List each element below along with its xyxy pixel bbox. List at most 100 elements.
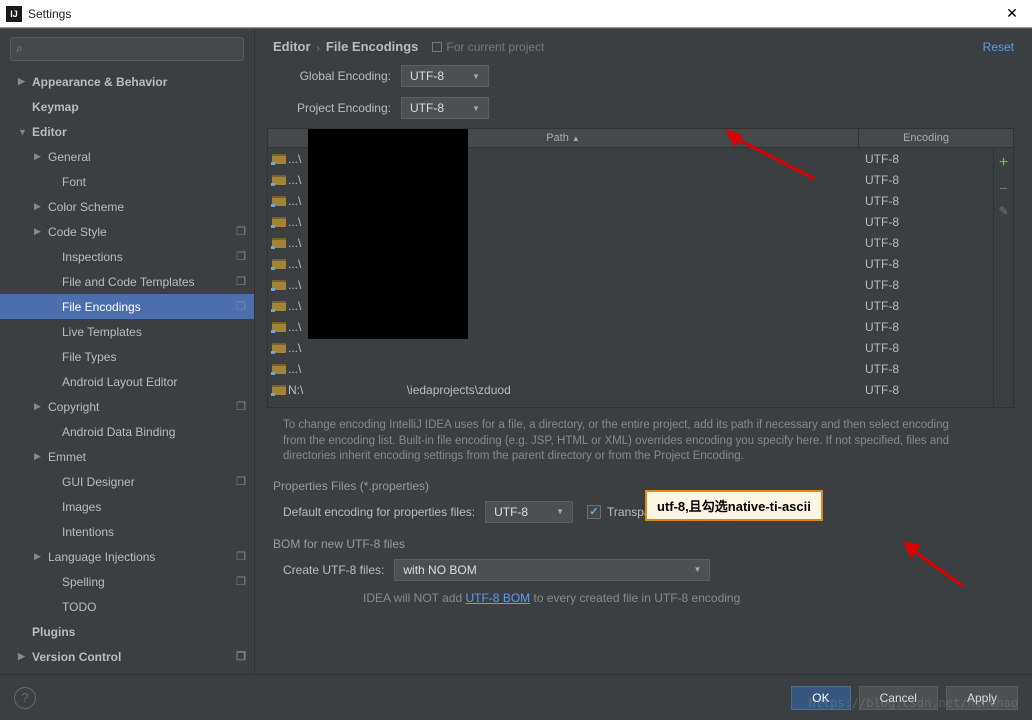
breadcrumb: Editor›File Encodings <box>273 39 418 54</box>
sidebar-item-label: Android Data Binding <box>62 425 175 439</box>
table-row[interactable]: N:\ \iedaprojects\zduodUTF-8 <box>268 379 993 400</box>
chevron-down-icon: ▼ <box>693 565 701 574</box>
search-input[interactable] <box>10 37 244 61</box>
encoding-cell: UTF-8 <box>859 257 993 271</box>
expand-icon: ▶ <box>34 551 48 562</box>
sidebar-item[interactable]: File Encodings ❐ <box>0 294 254 319</box>
sidebar-item-label: File Types <box>62 350 116 364</box>
sidebar-item[interactable]: Android Layout Editor <box>0 369 254 394</box>
native-to-ascii-checkbox[interactable] <box>587 505 601 519</box>
sidebar-item-label: Copyright <box>48 400 99 414</box>
reset-link[interactable]: Reset <box>983 40 1014 54</box>
scope-icon: ❐ <box>236 300 246 313</box>
table-row[interactable]: ...\UTF-8 <box>268 358 993 379</box>
sidebar-item[interactable]: ▼Editor <box>0 119 254 144</box>
window-title: Settings <box>28 7 992 21</box>
scope-icon: ❐ <box>236 475 246 488</box>
folder-icon <box>272 322 286 332</box>
sidebar-item[interactable]: Images <box>0 494 254 519</box>
edit-button[interactable]: ✎ <box>998 204 1008 218</box>
sidebar-item[interactable]: Android Data Binding <box>0 419 254 444</box>
project-encoding-combo[interactable]: UTF-8▼ <box>401 97 489 119</box>
create-utf8-combo[interactable]: with NO BOM▼ <box>394 559 710 581</box>
sidebar-item[interactable]: GUI Designer❐ <box>0 469 254 494</box>
folder-icon <box>272 364 286 374</box>
sidebar-item-label: File Encodings <box>62 300 141 314</box>
folder-icon <box>272 196 286 206</box>
sidebar-item[interactable]: Intentions <box>0 519 254 544</box>
sidebar-item[interactable]: ▶Language Injections❐ <box>0 544 254 569</box>
table-row[interactable]: ...\UTF-8 <box>268 337 993 358</box>
folder-icon <box>272 301 286 311</box>
path-text: ...\ <box>288 257 301 271</box>
expand-icon: ▶ <box>34 201 48 212</box>
sidebar-item[interactable]: ▶Color Scheme <box>0 194 254 219</box>
sidebar-item[interactable]: Font <box>0 169 254 194</box>
remove-button[interactable]: − <box>999 180 1007 196</box>
encoding-cell: UTF-8 <box>859 383 993 397</box>
bom-section: BOM for new UTF-8 files <box>255 529 1032 553</box>
project-encoding-label: Project Encoding: <box>273 101 391 115</box>
expand-icon: ▶ <box>34 226 48 237</box>
global-encoding-combo[interactable]: UTF-8▼ <box>401 65 489 87</box>
scope-icon: ❐ <box>236 575 246 588</box>
bom-note: IDEA will NOT add UTF-8 BOM to every cre… <box>255 587 1032 605</box>
sidebar-item[interactable]: ▶General <box>0 144 254 169</box>
table-body: ...\UTF-8...\UTF-8...\ aceUTF-8...\ aceU… <box>268 148 993 407</box>
cancel-button[interactable]: Cancel <box>859 686 938 710</box>
sidebar-item-label: Spelling <box>62 575 105 589</box>
sidebar-item[interactable]: Plugins <box>0 619 254 644</box>
encoding-cell: UTF-8 <box>859 173 993 187</box>
sidebar-item-label: Code Style <box>48 225 107 239</box>
path-text: ...\ <box>288 152 301 166</box>
chevron-down-icon: ▼ <box>556 507 564 516</box>
footer: ? OK Cancel Apply <box>0 674 1032 720</box>
encoding-cell: UTF-8 <box>859 236 993 250</box>
utf8-bom-link[interactable]: UTF-8 BOM <box>465 591 530 605</box>
default-encoding-combo[interactable]: UTF-8▼ <box>485 501 573 523</box>
sidebar-item-label: Editor <box>32 125 67 139</box>
col-encoding[interactable]: Encoding <box>859 129 993 147</box>
sidebar-item[interactable]: File Types <box>0 344 254 369</box>
path-text: ...\ <box>288 299 301 313</box>
ok-button[interactable]: OK <box>791 686 850 710</box>
encoding-cell: UTF-8 <box>859 152 993 166</box>
sidebar-item[interactable]: Spelling ❐ <box>0 569 254 594</box>
sidebar-item[interactable]: ▶Appearance & Behavior <box>0 69 254 94</box>
default-encoding-label: Default encoding for properties files: <box>283 505 475 519</box>
scope-icon: ❐ <box>236 550 246 563</box>
sidebar-item[interactable]: TODO <box>0 594 254 619</box>
sidebar-item[interactable]: Keymap <box>0 94 254 119</box>
sidebar-item-label: Appearance & Behavior <box>32 75 167 89</box>
folder-icon <box>272 154 286 164</box>
help-button[interactable]: ? <box>14 687 36 709</box>
titlebar: IJ Settings ✕ <box>0 0 1032 28</box>
encoding-cell: UTF-8 <box>859 278 993 292</box>
scope-icon: ❐ <box>236 250 246 263</box>
sidebar-item[interactable]: ▶Version Control❐ <box>0 644 254 669</box>
sidebar-item[interactable]: ▶Copyright❐ <box>0 394 254 419</box>
sidebar-item[interactable]: Live Templates <box>0 319 254 344</box>
chevron-down-icon: ▼ <box>472 72 480 81</box>
add-button[interactable]: + <box>999 154 1008 172</box>
encoding-cell: UTF-8 <box>859 341 993 355</box>
sidebar-item-label: Android Layout Editor <box>62 375 177 389</box>
global-encoding-label: Global Encoding: <box>273 69 391 83</box>
sidebar-item-label: Version Control <box>32 650 121 664</box>
apply-button[interactable]: Apply <box>946 686 1018 710</box>
sidebar-item[interactable]: ▶Emmet <box>0 444 254 469</box>
expand-icon: ▼ <box>18 127 32 137</box>
sidebar-item-label: TODO <box>62 600 96 614</box>
sidebar-item-label: Images <box>62 500 101 514</box>
sidebar-item-label: General <box>48 150 91 164</box>
sidebar-item[interactable]: File and Code Templates❐ <box>0 269 254 294</box>
expand-icon: ▶ <box>18 651 32 662</box>
close-button[interactable]: ✕ <box>992 5 1032 22</box>
sidebar-item[interactable]: Inspections❐ <box>0 244 254 269</box>
sidebar-item[interactable]: ▶Code Style❐ <box>0 219 254 244</box>
encoding-cell: UTF-8 <box>859 194 993 208</box>
chevron-down-icon: ▼ <box>472 104 480 113</box>
annotation-callout: utf-8,且勾选native-ti-ascii <box>645 490 823 521</box>
create-utf8-label: Create UTF-8 files: <box>283 563 384 577</box>
sidebar-item-label: Emmet <box>48 450 86 464</box>
